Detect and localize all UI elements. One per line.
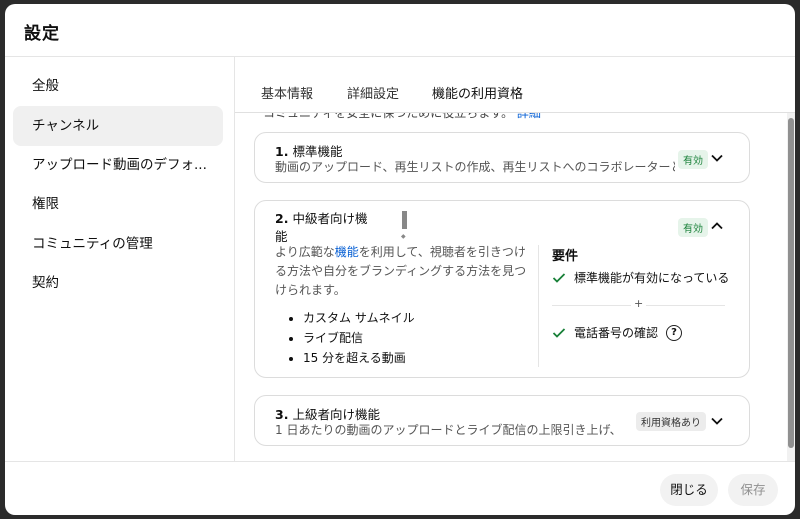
sidebar-item-general[interactable]: 全般 <box>13 66 223 106</box>
sidebar-item-channel[interactable]: チャンネル <box>13 106 223 146</box>
cutoff-description: コミュニティを安全に保つために役立ちます。 詳細 <box>263 112 541 121</box>
text-resize-dots: ◆ <box>401 233 406 240</box>
save-button[interactable]: 保存 <box>728 474 778 506</box>
list-item: カスタム サムネイル <box>303 308 527 328</box>
tab-basic-info[interactable]: 基本情報 <box>261 83 313 102</box>
sidebar-item-upload-defaults[interactable]: アップロード動画のデフォ... <box>13 145 223 185</box>
eligibility-scroll-area[interactable]: コミュニティを安全に保つために役立ちます。 詳細 1. 標準機能 動画のアップロ… <box>235 112 787 461</box>
chevron-down-icon[interactable] <box>709 413 725 429</box>
card-advanced-features[interactable]: 3. 上級者向け機能 1 日あたりの動画のアップロードとライブ配信の上限引き上げ… <box>254 395 750 446</box>
feature-list: カスタム サムネイル ライブ配信 15 分を超える動画 <box>275 308 527 368</box>
list-item: 15 分を超える動画 <box>303 348 527 368</box>
feature-overview: より広範な機能を利用して、視聴者を引きつける方法や自分をブランディングする方法を… <box>275 243 527 368</box>
requirement-standard: 標準機能が有効になっている <box>552 269 729 286</box>
dialog-title: 設定 <box>24 24 60 44</box>
status-badge: 有効 <box>678 218 708 237</box>
sidebar-item-community[interactable]: コミュニティの管理 <box>13 224 223 264</box>
dialog-footer: 閉じる 保存 <box>5 461 795 515</box>
help-icon[interactable]: ? <box>666 324 683 341</box>
tab-advanced-settings[interactable]: 詳細設定 <box>347 83 399 102</box>
content-scrollbar[interactable] <box>787 112 795 461</box>
chevron-down-icon[interactable] <box>709 150 725 166</box>
status-badge: 有効 <box>678 150 708 169</box>
scrollbar-thumb[interactable] <box>788 118 794 448</box>
column-divider <box>538 245 539 367</box>
plus-icon: + <box>631 297 647 310</box>
requirements-title: 要件 <box>552 249 579 264</box>
card-standard-features[interactable]: 1. 標準機能 動画のアップロード、再生リストの作成、再生リストへのコラボレータ… <box>254 132 750 183</box>
feature-intro: より広範な機能を利用して、視聴者を引きつける方法や自分をブランディングする方法を… <box>275 245 527 297</box>
card-title: 2. 中級者向け機 能 <box>275 211 368 244</box>
card-description: 動画のアップロード、再生リストの作成、再生リストへのコラボレーターと... <box>275 160 675 174</box>
card-intermediate-features: 2. 中級者向け機 能 ◆ 有効 より広範な機能を利用して、視聴者を引きつける方… <box>254 200 750 378</box>
features-link[interactable]: 機能 <box>335 245 359 259</box>
settings-dialog: 設定 全般 チャンネル アップロード動画のデフォ... 権限 コミュニティの管理… <box>5 4 795 515</box>
settings-sidebar: 全般 チャンネル アップロード動画のデフォ... 権限 コミュニティの管理 契約 <box>5 57 235 461</box>
check-icon <box>552 272 566 283</box>
sidebar-item-agreements[interactable]: 契約 <box>13 263 223 303</box>
dialog-header: 設定 <box>5 4 795 57</box>
sidebar-item-permissions[interactable]: 権限 <box>13 184 223 224</box>
cutoff-text: コミュニティを安全に保つために役立ちます。 <box>263 112 514 120</box>
learn-more-link[interactable]: 詳細 <box>517 112 541 120</box>
card-description: 1 日あたりの動画のアップロードとライブ配信の上限引き上げ、収... <box>275 423 620 437</box>
settings-content: 基本情報 詳細設定 機能の利用資格 コミュニティを安全に保つために役立ちます。 … <box>235 57 795 461</box>
check-icon <box>552 327 566 338</box>
list-item: ライブ配信 <box>303 328 527 348</box>
tab-feature-eligibility[interactable]: 機能の利用資格 <box>432 83 523 102</box>
chevron-up-icon[interactable] <box>709 218 725 234</box>
text-resize-handle[interactable] <box>402 211 407 229</box>
requirement-phone-verify: 電話番号の確認 ? <box>552 324 683 341</box>
status-badge: 利用資格あり <box>636 412 706 431</box>
tab-bar: 基本情報 詳細設定 機能の利用資格 <box>235 57 795 113</box>
close-button[interactable]: 閉じる <box>660 474 718 506</box>
